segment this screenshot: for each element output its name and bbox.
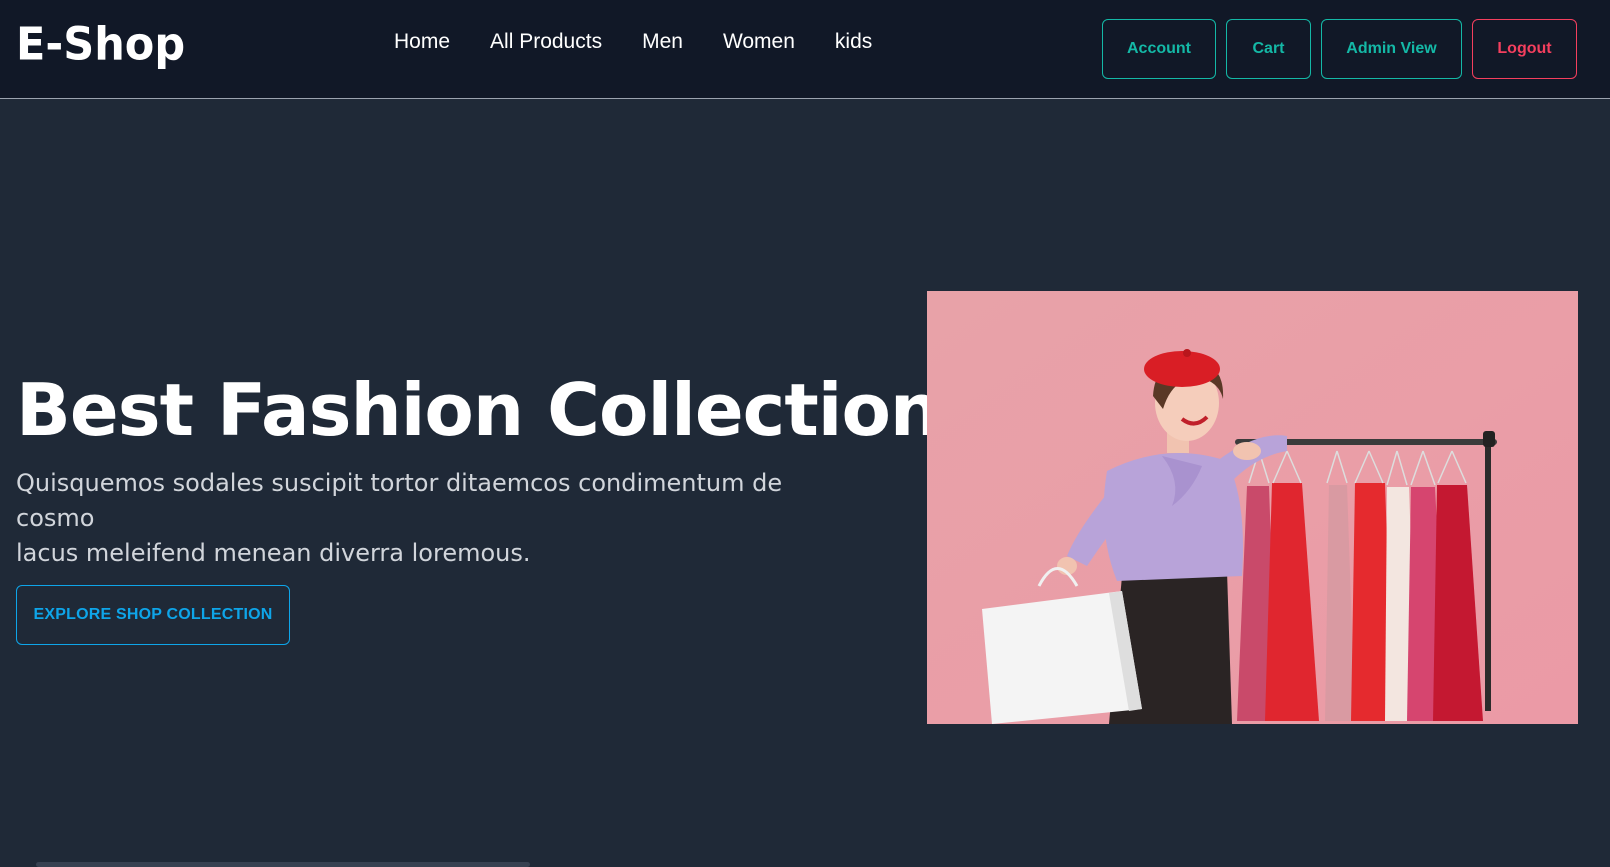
account-button[interactable]: Account	[1102, 19, 1216, 79]
nav-all-products[interactable]: All Products	[490, 30, 602, 54]
admin-view-button[interactable]: Admin View	[1321, 19, 1462, 79]
cart-button[interactable]: Cart	[1226, 19, 1311, 79]
horizontal-scrollbar[interactable]	[36, 862, 530, 867]
hero-description-line1: Quisquemos sodales suscipit tortor ditae…	[16, 469, 783, 532]
hero-image	[927, 291, 1578, 724]
nav-women[interactable]: Women	[723, 30, 795, 54]
hero-description: Quisquemos sodales suscipit tortor ditae…	[16, 466, 866, 571]
site-logo[interactable]: E-Shop	[16, 19, 185, 72]
explore-shop-collection-button[interactable]: EXPLORE SHOP COLLECTION	[16, 585, 290, 645]
navbar: E-Shop Home All Products Men Women kids …	[0, 0, 1610, 99]
nav-men[interactable]: Men	[642, 30, 683, 54]
header-actions: Account Cart Admin View Logout	[1102, 19, 1577, 79]
fashion-photo-illustration	[927, 291, 1578, 724]
hero-title: Best Fashion Collection	[16, 368, 941, 452]
main-nav: Home All Products Men Women kids	[394, 30, 912, 54]
nav-kids[interactable]: kids	[835, 30, 872, 54]
nav-home[interactable]: Home	[394, 30, 450, 54]
hanging-dresses	[1237, 450, 1483, 721]
logout-button[interactable]: Logout	[1472, 19, 1577, 79]
hero-description-line2: lacus meleifend menean diverra loremous.	[16, 539, 531, 567]
